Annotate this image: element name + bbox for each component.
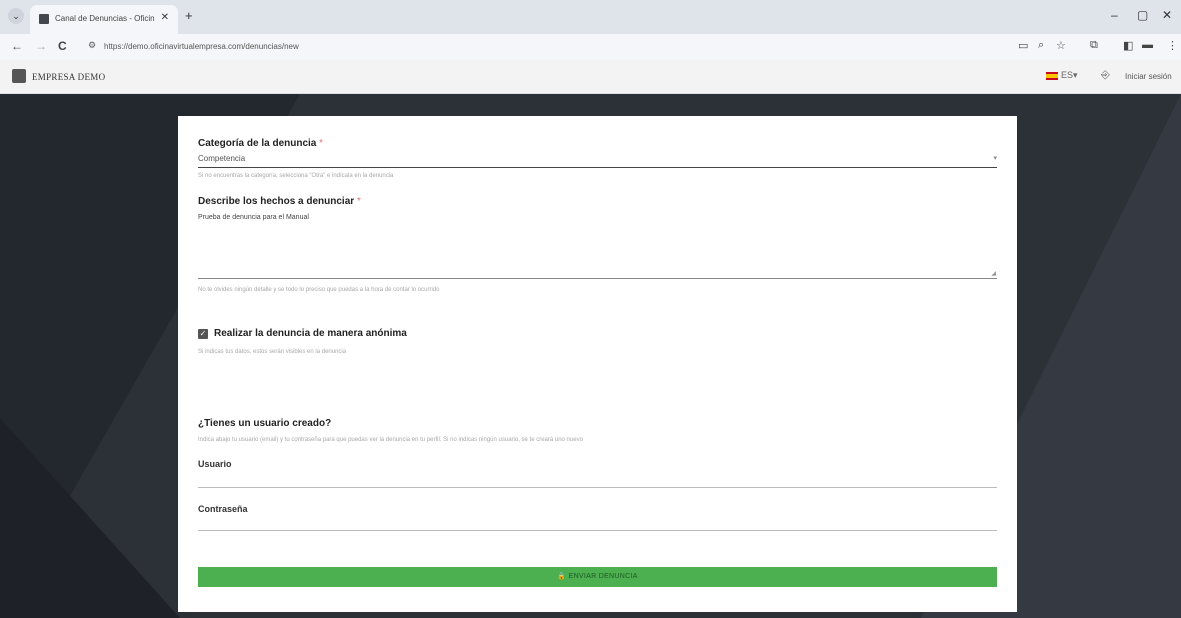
maximize-button[interactable]: ▢ xyxy=(1137,8,1148,22)
username-input[interactable] xyxy=(198,487,997,488)
description-textarea[interactable]: Prueba de denuncia para el Manual ◢ xyxy=(198,214,997,279)
username-label: Usuario xyxy=(198,459,232,469)
tab-close-icon[interactable]: ✕ xyxy=(161,12,169,23)
menu-icon[interactable]: ⋮ xyxy=(1167,39,1178,52)
password-input[interactable] xyxy=(198,530,997,531)
submit-complaint-button[interactable]: 🔒 ENVIAR DENUNCIA xyxy=(198,567,997,587)
description-label: Describe los hechos a denunciar * xyxy=(198,196,361,207)
address-bar[interactable]: ⚙ https://demo.oficinavirtualempresa.com… xyxy=(82,37,992,57)
tab-favicon-icon xyxy=(39,14,49,24)
required-mark: * xyxy=(356,196,361,207)
category-hint: Si no encuentras la categoría, seleccion… xyxy=(198,173,394,179)
chevron-down-icon: ▾ xyxy=(1073,70,1078,80)
submit-label: ENVIAR DENUNCIA xyxy=(568,573,638,580)
browser-tab[interactable]: Canal de Denuncias - Oficina V ✕ xyxy=(30,5,178,34)
browser-toolbar: ← → C ⚙ https://demo.oficinavirtualempre… xyxy=(0,34,1181,60)
forward-button[interactable]: → xyxy=(35,39,47,53)
reload-button[interactable]: C xyxy=(58,39,67,53)
category-select[interactable]: Competencia ▾ xyxy=(198,152,997,168)
star-icon[interactable]: ☆ xyxy=(1056,39,1066,52)
back-button[interactable]: ← xyxy=(11,39,23,53)
anonymous-hint: Si indicas tus datos, estos serán visibl… xyxy=(198,349,347,355)
tab-search-button[interactable]: ⌄ xyxy=(8,8,24,24)
category-value: Competencia xyxy=(198,154,246,163)
description-value: Prueba de denuncia para el Manual xyxy=(198,214,309,221)
zoom-icon[interactable]: ⌕ xyxy=(1038,39,1044,52)
login-link[interactable]: Iniciar sesión xyxy=(1125,72,1172,81)
chevron-down-icon[interactable]: ▾ xyxy=(993,154,997,162)
lock-icon: 🔒 xyxy=(557,573,567,580)
password-label: Contraseña xyxy=(198,504,248,514)
spain-flag-icon xyxy=(1046,71,1058,80)
category-label: Categoría de la denuncia * xyxy=(198,138,323,149)
language-selector[interactable]: ES▾ xyxy=(1046,70,1078,81)
anonymous-label[interactable]: Realizar la denuncia de manera anónima xyxy=(214,328,407,339)
sidebar-icon[interactable]: ◧ xyxy=(1123,39,1133,52)
complaint-form: Categoría de la denuncia * Competencia ▾… xyxy=(178,116,1017,612)
new-tab-button[interactable]: + xyxy=(185,8,193,23)
anonymous-checkbox[interactable]: ✓ xyxy=(198,329,208,339)
screen-icon[interactable]: ▭ xyxy=(1018,39,1028,52)
account-title: ¿Tienes un usuario creado? xyxy=(198,418,332,429)
company-logo xyxy=(12,69,26,83)
account-hint: Indica abajo tu usuario (email) y tu con… xyxy=(198,437,583,443)
app-header: EMPRESA DEMO ES▾ ⎆ Iniciar sesión xyxy=(0,60,1181,94)
resize-handle-icon[interactable]: ◢ xyxy=(991,270,996,277)
profile-icon[interactable]: ▬ xyxy=(1142,39,1153,51)
tab-title: Canal de Denuncias - Oficina V xyxy=(55,14,155,23)
company-name: EMPRESA DEMO xyxy=(32,72,106,82)
required-mark: * xyxy=(319,138,324,149)
url-text[interactable]: https://demo.oficinavirtualempresa.com/d… xyxy=(104,42,299,51)
site-info-icon[interactable]: ⚙ xyxy=(88,40,96,51)
minimize-button[interactable]: – xyxy=(1111,8,1118,22)
login-icon[interactable]: ⎆ xyxy=(1101,69,1110,82)
browser-tabstrip: ⌄ Canal de Denuncias - Oficina V ✕ + – ▢… xyxy=(0,0,1181,34)
description-label-text: Describe los hechos a denunciar xyxy=(198,196,355,207)
extensions-icon[interactable]: ⧉ xyxy=(1090,39,1098,52)
description-hint: No te olvides ningún detalle y se todo l… xyxy=(198,287,440,293)
bg-shape xyxy=(0,418,180,618)
close-window-button[interactable]: ✕ xyxy=(1162,8,1172,22)
language-code: ES xyxy=(1061,70,1074,80)
category-label-text: Categoría de la denuncia xyxy=(198,138,317,149)
